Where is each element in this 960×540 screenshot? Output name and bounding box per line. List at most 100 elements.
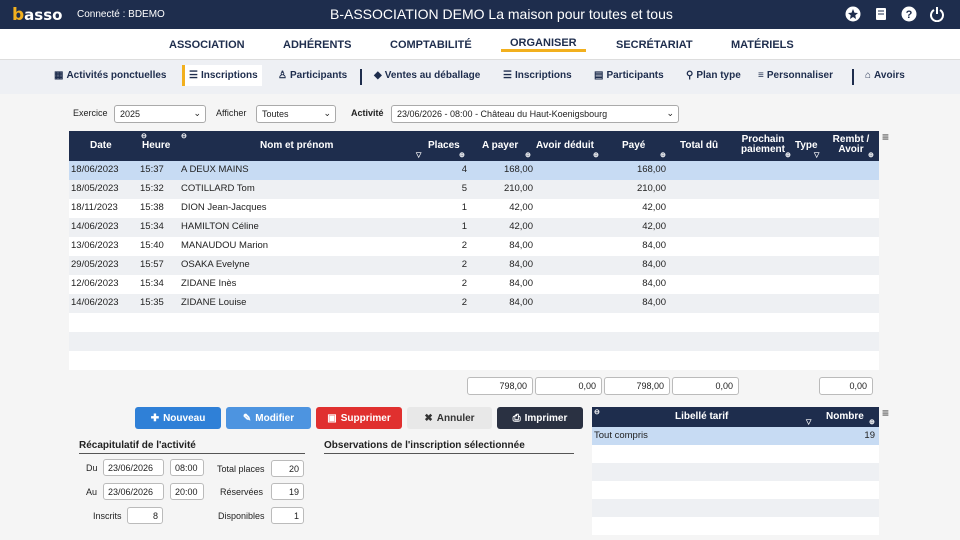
subnav-inscriptions[interactable]: ☰ Inscriptions [182, 65, 262, 86]
modifier-button[interactable]: ✎ Modifier [226, 407, 311, 429]
table-row[interactable]: 29/05/2023 15:57 OSAKA Evelyne 2 84,00 8… [69, 256, 879, 275]
filter-icon[interactable]: ▽ [814, 151, 819, 159]
cell-date: 14/06/2023 [71, 297, 119, 308]
cell-heure: 15:32 [140, 183, 164, 194]
cell-nom: ZIDANE Inès [181, 278, 237, 289]
table-row[interactable]: 12/06/2023 15:34 ZIDANE Inès 2 84,00 84,… [69, 275, 879, 294]
activite-select[interactable]: 23/06/2026 - 08:00 - Château du Haut-Koe… [391, 105, 679, 123]
sort-icon[interactable]: ⊖ [181, 132, 187, 140]
plus-icon: ✚ [150, 412, 160, 424]
col-apayer[interactable]: A payer [482, 140, 518, 151]
table-row[interactable]: 18/06/2023 15:37 A DEUX MAINS 4 168,00 1… [69, 161, 879, 180]
cell-places: 4 [461, 164, 467, 175]
col-type[interactable]: Type [795, 140, 818, 151]
search-icon[interactable]: ⊕ [593, 151, 599, 159]
table-row[interactable]: 14/06/2023 15:34 HAMILTON Céline 1 42,00… [69, 218, 879, 237]
subnav-ventes[interactable]: ◆ Ventes au déballage [374, 70, 480, 81]
total-places-field: 20 [271, 460, 304, 477]
col-avoir[interactable]: Avoir déduit [536, 140, 594, 151]
au-time-field[interactable]: 20:00 [170, 483, 204, 500]
cell-places: 2 [461, 240, 467, 251]
connected-user: Connecté : BDEMO [77, 9, 165, 20]
exercice-select[interactable]: 2025 ⌄ [114, 105, 206, 123]
chevron-down-icon: ⌄ [323, 108, 331, 118]
col-paye[interactable]: Payé [622, 140, 645, 151]
cell-date: 18/11/2023 [71, 202, 118, 213]
total-rembt: 0,00 [819, 377, 873, 395]
subnav-inscriptions-ventes[interactable]: ☰ Inscriptions [503, 70, 572, 81]
nav-association[interactable]: ASSOCIATION [169, 39, 245, 51]
table-row[interactable]: 13/06/2023 15:40 MANAUDOU Marion 2 84,00… [69, 237, 879, 256]
nav-organiser[interactable]: ORGANISER [501, 37, 586, 52]
empty-row [592, 517, 879, 535]
tarif-menu-icon[interactable]: ≡ [882, 406, 889, 420]
tarif-row[interactable]: Tout compris 19 [592, 427, 879, 445]
filter-icon[interactable]: ▽ [416, 151, 421, 159]
power-icon[interactable] [928, 5, 946, 23]
subnav-plan-type[interactable]: ⚲ Plan type [686, 70, 741, 81]
imprimer-button[interactable]: ⎙ Imprimer [497, 407, 583, 429]
sort-icon[interactable]: ⊖ [594, 408, 600, 416]
nav-secretariat[interactable]: SECRÉTARIAT [616, 39, 693, 51]
du-time-field[interactable]: 08:00 [170, 459, 204, 476]
disponibles-label: Disponibles [218, 511, 265, 521]
cell-apayer: 84,00 [509, 240, 533, 251]
reservees-label: Réservées [220, 487, 264, 497]
total-apayer: 798,00 [467, 377, 533, 395]
col-heure[interactable]: Heure [142, 140, 170, 151]
col-date[interactable]: Date [90, 140, 112, 151]
col-nom[interactable]: Nom et prénom [260, 140, 333, 151]
tag-icon: ◆ [374, 70, 382, 81]
cell-apayer: 84,00 [509, 278, 533, 289]
col-prochain[interactable]: Prochain paiement [737, 135, 789, 155]
supprimer-button[interactable]: ▣ Supprimer [316, 407, 402, 429]
help-icon[interactable]: ? [900, 5, 918, 23]
subnav-personnaliser[interactable]: ≡ Personnaliser [758, 70, 833, 81]
col-nombre[interactable]: Nombre [826, 411, 864, 422]
du-date-field[interactable]: 23/06/2026 [103, 459, 164, 476]
sort-icon[interactable]: ⊖ [141, 132, 147, 140]
col-places[interactable]: Places [428, 140, 460, 151]
filter-icon[interactable]: ▽ [806, 418, 811, 426]
search-icon[interactable]: ⊕ [785, 151, 791, 159]
subnav-participants[interactable]: ♙ Participants [278, 70, 347, 81]
cell-nom: ZIDANE Louise [181, 297, 247, 308]
cell-places: 2 [461, 278, 467, 289]
au-date-field[interactable]: 23/06/2026 [103, 483, 164, 500]
table-menu-icon[interactable]: ≡ [882, 130, 889, 144]
main-nav: ASSOCIATION ADHÉRENTS COMPTABILITÉ ORGAN… [0, 29, 960, 60]
table-row[interactable]: 18/05/2023 15:32 COTILLARD Tom 5 210,00 … [69, 180, 879, 199]
calendar-icon: ▦ [54, 70, 64, 81]
subnav-participants-ventes[interactable]: ▤ Participants [594, 70, 664, 81]
nouveau-button[interactable]: ✚ Nouveau [135, 407, 221, 429]
cell-heure: 15:37 [140, 164, 164, 175]
pencil-icon: ✎ [242, 412, 252, 424]
book-icon[interactable] [872, 5, 890, 23]
search-icon[interactable]: ⊕ [868, 151, 874, 159]
app-logo[interactable]: basso [12, 5, 62, 25]
sub-nav: ▦ Activités ponctuelles ☰ Inscriptions ♙ Pa… [0, 60, 960, 94]
list-icon: ☰ [503, 70, 512, 81]
table-row[interactable]: 14/06/2023 15:35 ZIDANE Louise 2 84,00 8… [69, 294, 879, 313]
star-icon[interactable] [844, 5, 862, 23]
nav-adherents[interactable]: ADHÉRENTS [283, 39, 351, 51]
search-icon[interactable]: ⊕ [869, 418, 875, 426]
top-bar: basso Connecté : BDEMO B-ASSOCIATION DEM… [0, 0, 960, 29]
list-icon: ☰ [189, 70, 198, 81]
total-avoir: 0,00 [535, 377, 602, 395]
afficher-select[interactable]: Toutes ⌄ [256, 105, 336, 123]
col-totaldu[interactable]: Total dû [680, 140, 718, 151]
person-icon: ♙ [278, 70, 287, 81]
cell-date: 29/05/2023 [71, 259, 119, 270]
nav-comptabilite[interactable]: COMPTABILITÉ [390, 39, 472, 51]
empty-row [592, 463, 879, 481]
table-row[interactable]: 18/11/2023 15:38 DION Jean-Jacques 1 42,… [69, 199, 879, 218]
annuler-button[interactable]: ✖ Annuler [407, 407, 492, 429]
nav-materiels[interactable]: MATÉRIELS [731, 39, 794, 51]
subnav-avoirs[interactable]: ⌂ Avoirs [865, 70, 905, 81]
search-icon[interactable]: ⊕ [660, 151, 666, 159]
subnav-activites-ponctuelles[interactable]: ▦ Activités ponctuelles [54, 70, 166, 81]
search-icon[interactable]: ⊕ [459, 151, 465, 159]
col-libelle[interactable]: Libellé tarif [675, 411, 728, 422]
search-icon[interactable]: ⊕ [525, 151, 531, 159]
